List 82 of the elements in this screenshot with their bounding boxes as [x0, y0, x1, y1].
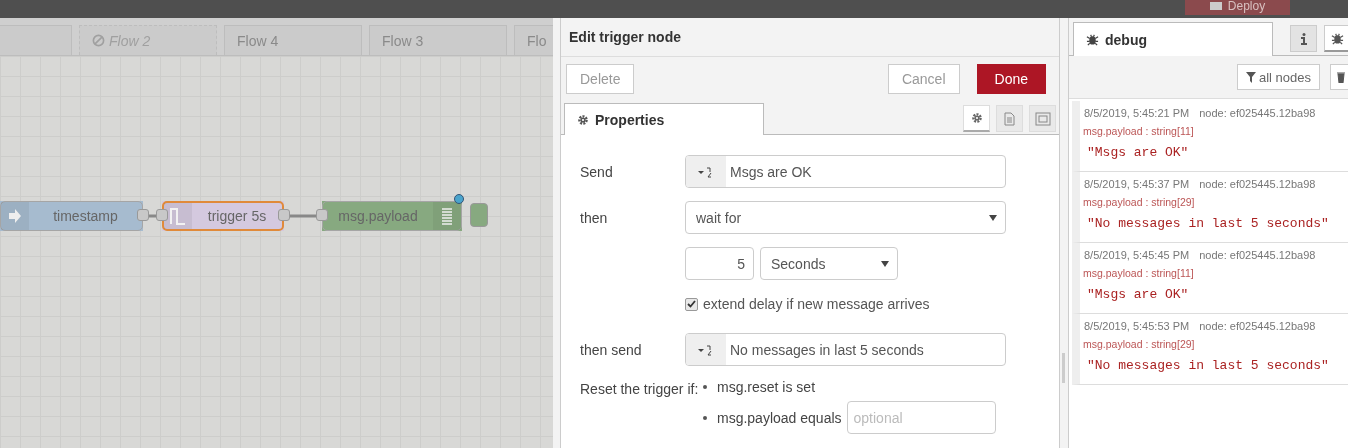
- resize-handle[interactable]: [1062, 353, 1065, 383]
- gear-icon: [970, 112, 983, 124]
- message-time: 8/5/2019, 5:45:21 PM: [1084, 107, 1190, 119]
- flow-node[interactable]: msg.payload: [322, 201, 462, 231]
- select-field[interactable]: Seconds: [760, 247, 898, 280]
- input-field[interactable]: optional: [846, 401, 996, 434]
- field-label: then send: [580, 341, 643, 358]
- workspace-tab[interactable]: Flow 3: [369, 25, 507, 55]
- typed-input-field[interactable]: Msgs are OK: [685, 155, 1006, 188]
- type-selector-button[interactable]: [686, 156, 726, 187]
- description-tab[interactable]: [996, 105, 1023, 132]
- message-time: 8/5/2019, 5:45:37 PM: [1084, 178, 1190, 190]
- settings-tab[interactable]: [963, 105, 990, 132]
- checkbox-label: extend delay if new message arrives: [703, 296, 930, 312]
- filter-icon: [1245, 71, 1256, 83]
- action-button[interactable]: Cancel: [887, 63, 960, 94]
- changed-dot: [454, 194, 464, 204]
- info-icon: [1300, 32, 1307, 45]
- message-value: "No messages in last 5 seconds": [1087, 216, 1330, 231]
- typed-input-field[interactable]: No messages in last 5 seconds: [685, 333, 1006, 366]
- bug-icon: [1086, 33, 1099, 46]
- caret-icon: [881, 260, 889, 267]
- node-label: timestamp: [52, 208, 119, 224]
- document-icon: [1004, 111, 1015, 126]
- done-button[interactable]: Done: [976, 63, 1046, 94]
- message-time: 8/5/2019, 5:45:53 PM: [1084, 320, 1190, 332]
- toggle-button[interactable]: [470, 203, 488, 227]
- bullet-icon: [703, 415, 707, 420]
- type-selector-button[interactable]: [686, 334, 726, 365]
- disabled-icon: [92, 34, 105, 47]
- flow-node[interactable]: timestamp: [0, 201, 143, 231]
- bullet-icon: [703, 385, 707, 389]
- string-type-icon: [698, 165, 714, 178]
- output-port[interactable]: [137, 209, 149, 221]
- caret-icon: [989, 214, 997, 221]
- node-id-text: node: ef025445.12ba98: [1199, 107, 1316, 119]
- output-port[interactable]: [278, 209, 290, 221]
- input-port[interactable]: [156, 209, 168, 221]
- debug-tab[interactable]: [1324, 25, 1348, 52]
- message-type: msg.payload : string[29]: [1083, 196, 1196, 208]
- bug-icon: [1331, 31, 1344, 45]
- deploy-button[interactable]: Deploy: [1185, 0, 1290, 15]
- message-value: "No messages in last 5 seconds": [1087, 358, 1330, 373]
- field-label: then: [580, 209, 609, 226]
- deploy-icon: [1209, 1, 1222, 10]
- wire: [149, 214, 158, 218]
- debug-tab[interactable]: debug: [1073, 22, 1273, 56]
- message-value: "Msgs are OK": [1087, 287, 1190, 302]
- condition-text: msg.payload equals: [717, 409, 842, 426]
- pulse-icon: [164, 203, 192, 229]
- field-label: Send: [580, 163, 614, 180]
- properties-tab[interactable]: Properties: [564, 103, 764, 135]
- frame-icon: [1034, 111, 1051, 126]
- node-label: trigger 5s: [206, 208, 268, 224]
- tray-title: Edit trigger node: [561, 18, 1059, 57]
- condition-text: msg.reset is set: [717, 379, 816, 395]
- workspace-tab[interactable]: Flo: [514, 25, 553, 55]
- message-type: msg.payload : string[11]: [1083, 125, 1195, 137]
- wire: [289, 214, 317, 218]
- message-time: 8/5/2019, 5:45:45 PM: [1084, 249, 1190, 261]
- workspace-tab[interactable]: Flow 4: [224, 25, 362, 55]
- number-field[interactable]: 5: [685, 247, 754, 280]
- checkbox[interactable]: [685, 297, 698, 311]
- message-type: msg.payload : string[29]: [1083, 338, 1196, 350]
- node-label: msg.payload: [337, 208, 419, 224]
- trash-icon: [1337, 71, 1345, 83]
- node-id-text: node: ef025445.12ba98: [1199, 320, 1316, 332]
- message-value: "Msgs are OK": [1087, 145, 1190, 160]
- list-icon: [433, 202, 461, 230]
- message-type: msg.payload : string[11]: [1083, 267, 1195, 279]
- flow-node[interactable]: trigger 5s: [162, 201, 284, 231]
- string-type-icon: [698, 343, 714, 356]
- field-label: Reset the trigger if:: [580, 380, 700, 399]
- appearance-tab[interactable]: [1029, 105, 1056, 132]
- gear-icon: [577, 113, 589, 126]
- input-port[interactable]: [316, 209, 328, 221]
- filter-button[interactable]: all nodes: [1236, 64, 1320, 90]
- action-button[interactable]: Delete: [566, 63, 635, 94]
- node-id-text: node: ef025445.12ba98: [1199, 249, 1316, 261]
- info-tab[interactable]: [1290, 25, 1317, 52]
- node-id-text: node: ef025445.12ba98: [1199, 178, 1316, 190]
- select-field[interactable]: wait for: [685, 201, 1006, 234]
